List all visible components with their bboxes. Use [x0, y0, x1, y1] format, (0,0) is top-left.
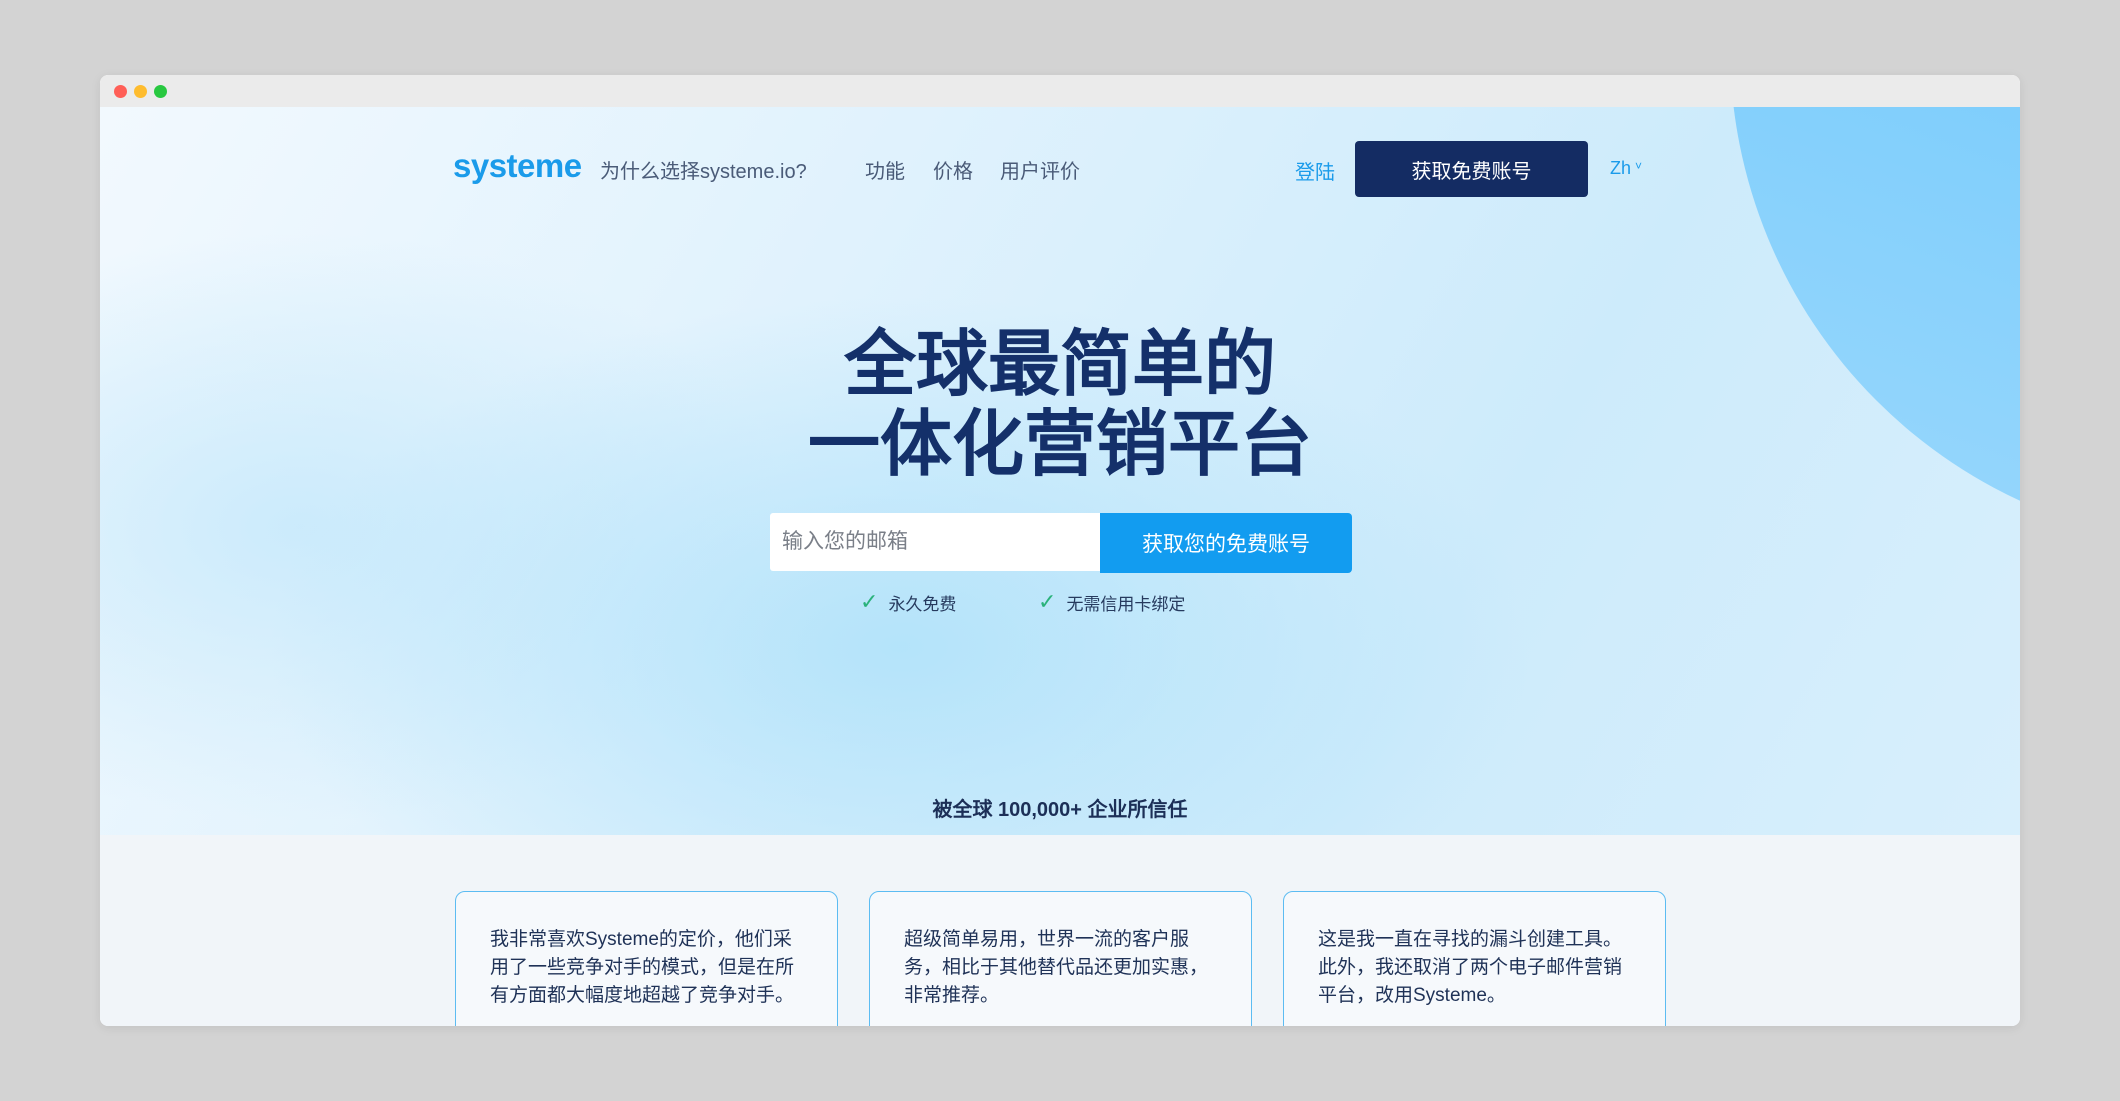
close-window-icon[interactable] — [114, 85, 127, 98]
reviews-section: 我非常喜欢Systeme的定价，他们采用了一些竞争对手的模式，但是在所有方面都大… — [100, 835, 2020, 1026]
review-text: 我非常喜欢Systeme的定价，他们采用了一些竞争对手的模式，但是在所有方面都大… — [490, 929, 795, 1006]
review-text: 这是我一直在寻找的漏斗创建工具。此外，我还取消了两个电子邮件营销平台，改用Sys… — [1318, 929, 1623, 1006]
page-title: 全球最简单的 一体化营销平台 — [100, 325, 2020, 485]
browser-window: systeme 为什么选择systeme.io? 功能 价格 用户评价 登陆 获… — [100, 75, 2020, 1026]
check-icon: ✓ — [1038, 589, 1057, 614]
nav-link-pricing[interactable]: 价格 — [933, 155, 973, 184]
trust-statement: 被全球 100,000+ 企业所信任 — [932, 799, 1188, 821]
nav-link-testimonials[interactable]: 用户评价 — [1000, 155, 1080, 184]
review-card: 我非常喜欢Systeme的定价，他们采用了一些竞争对手的模式，但是在所有方面都大… — [455, 891, 838, 1026]
hero-section: systeme 为什么选择systeme.io? 功能 价格 用户评价 登陆 获… — [100, 107, 2020, 835]
get-free-account-button[interactable]: 获取免费账号 — [1355, 141, 1588, 197]
language-selector[interactable]: Zh ˅ — [1610, 158, 1642, 179]
headline-line-2: 一体化营销平台 — [807, 405, 1312, 485]
maximize-window-icon[interactable] — [154, 85, 167, 98]
minimize-window-icon[interactable] — [134, 85, 147, 98]
headline-line-1: 全球最简单的 — [843, 325, 1276, 405]
systeme-logo[interactable]: systeme — [453, 147, 582, 185]
chevron-down-icon: ˅ — [1635, 159, 1643, 173]
login-link[interactable]: 登陆 — [1295, 156, 1335, 185]
nav-link-why[interactable]: 为什么选择systeme.io? — [600, 155, 807, 184]
feature-free-forever: ✓ 永久免费 — [860, 589, 956, 615]
nav-link-features[interactable]: 功能 — [865, 155, 905, 184]
email-input[interactable] — [770, 513, 1100, 571]
review-card: 超级简单易用，世界一流的客户服务，相比于其他替代品还更加实惠，非常推荐。 — [869, 891, 1252, 1026]
feature-no-credit-card: ✓ 无需信用卡绑定 — [1038, 589, 1185, 615]
window-titlebar — [100, 75, 2020, 107]
review-text: 超级简单易用，世界一流的客户服务，相比于其他替代品还更加实惠，非常推荐。 — [904, 929, 1209, 1006]
review-card: 这是我一直在寻找的漏斗创建工具。此外，我还取消了两个电子邮件营销平台，改用Sys… — [1283, 891, 1666, 1026]
signup-button[interactable]: 获取您的免费账号 — [1100, 513, 1352, 573]
feature-label: 无需信用卡绑定 — [1066, 594, 1186, 614]
top-nav: systeme 为什么选择systeme.io? 功能 价格 用户评价 登陆 获… — [100, 107, 2020, 227]
check-icon: ✓ — [860, 589, 879, 614]
language-label: Zh — [1610, 158, 1632, 178]
feature-label: 永久免费 — [888, 594, 957, 614]
